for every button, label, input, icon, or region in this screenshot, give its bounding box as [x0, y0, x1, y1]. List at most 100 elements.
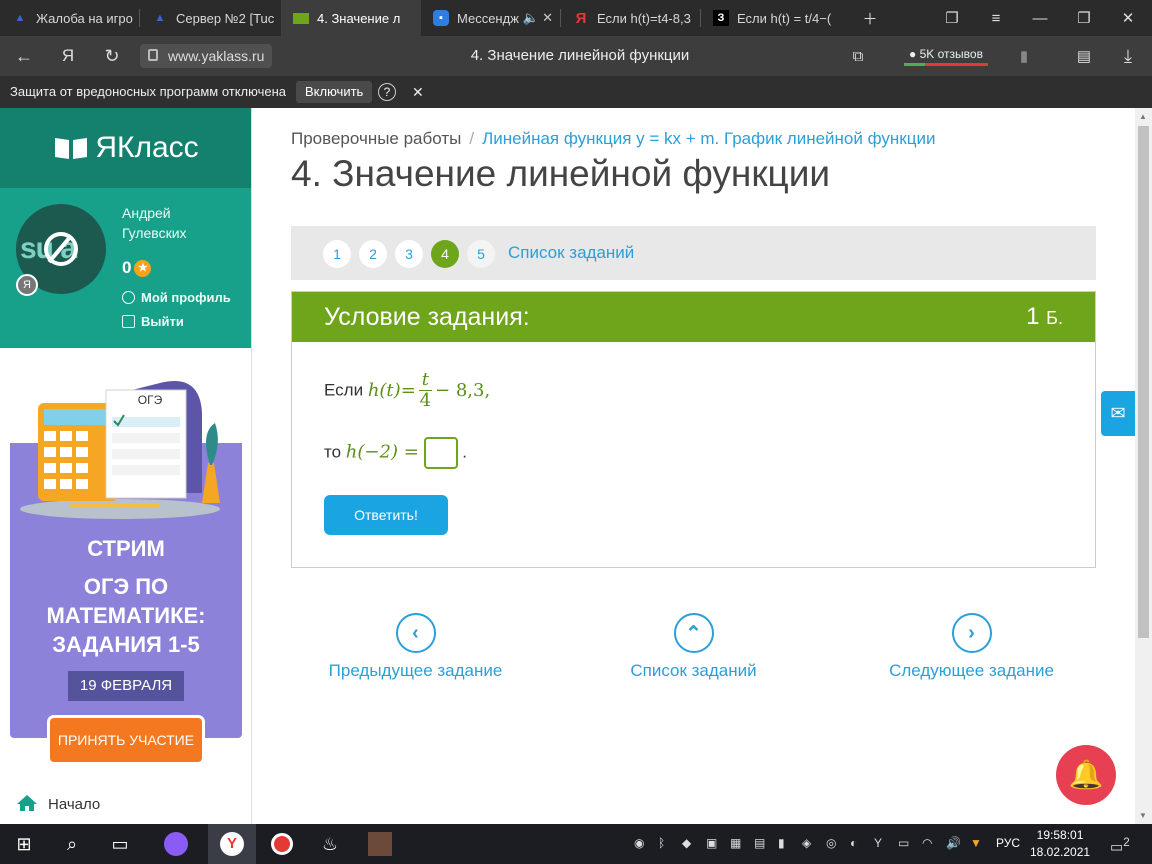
- tab-close-icon[interactable]: ✕: [542, 10, 553, 26]
- scrollbar-thumb[interactable]: [1138, 126, 1149, 638]
- points-value: 0: [122, 258, 132, 277]
- download-icon[interactable]: ⤓: [1108, 36, 1148, 76]
- steam-icon[interactable]: ♨: [306, 824, 354, 864]
- minimize-icon[interactable]: —: [1018, 0, 1062, 36]
- microphone-icon[interactable]: ▮: [778, 836, 785, 850]
- tab-label: Жалоба на игро: [36, 10, 133, 26]
- tray-icon[interactable]: ▼: [970, 836, 982, 850]
- join-button[interactable]: ПРИНЯТЬ УЧАСТИЕ: [50, 718, 202, 762]
- language-indicator[interactable]: РУС: [996, 836, 1020, 850]
- bluetooth-icon[interactable]: ᛒ: [658, 836, 665, 850]
- enable-protection-button[interactable]: Включить: [296, 81, 373, 103]
- tray-icon[interactable]: ◈: [802, 836, 811, 850]
- tray-icon[interactable]: ▦: [730, 836, 741, 850]
- tray-icon[interactable]: ◎: [826, 836, 836, 850]
- task-list-link[interactable]: Список заданий: [508, 226, 634, 280]
- breadcrumb-link[interactable]: Линейная функция y = kx + m. График лине…: [482, 129, 935, 148]
- page-title-bar: 4. Значение линейной функции: [470, 47, 690, 64]
- reading-list-icon[interactable]: ▤: [1064, 36, 1104, 76]
- menu-icon[interactable]: ≡: [974, 0, 1018, 36]
- fraction: t4: [418, 370, 433, 411]
- protection-message: Защита от вредоносных программ отключена: [10, 84, 287, 99]
- tray-icon[interactable]: ◆: [682, 836, 691, 850]
- tray-icon[interactable]: ▭: [898, 836, 909, 850]
- search-icon[interactable]: ⌕: [48, 824, 96, 864]
- sidebar: ЯКласс su a Я Андрей Гулевских 0 ★ Мой пр…: [0, 108, 252, 824]
- new-tab-icon[interactable]: ＋: [848, 0, 892, 36]
- logo-text: ЯКласс: [95, 131, 199, 164]
- book-icon: [293, 12, 309, 24]
- reviews-label: 5K отзывов: [919, 47, 983, 61]
- task-card: Условие задания: 1 Б. Если h(t)= t 4− 8,3,…: [291, 291, 1096, 568]
- promo-sheet-label: ОГЭ: [137, 393, 163, 407]
- submit-answer-button[interactable]: Ответить!: [324, 495, 448, 535]
- promo-date: 19 ФЕВРАЛЯ: [68, 671, 184, 701]
- browser-tab[interactable]: ▲ Жалоба на игро: [0, 0, 140, 36]
- formula: h(t)= t 4− 8,3,: [367, 370, 490, 411]
- scrollbar[interactable]: ▲ ▼: [1135, 108, 1152, 824]
- clock[interactable]: 19:58:01 18.02.2021: [1030, 827, 1090, 861]
- tray-icon[interactable]: ◉: [634, 836, 644, 850]
- browser-tab[interactable]: ▲ Сервер №2 [Tuc: [140, 0, 280, 36]
- my-profile-link[interactable]: Мой профиль: [122, 290, 231, 305]
- window-close-icon[interactable]: ✕: [1106, 0, 1150, 36]
- sound-icon[interactable]: 🔈: [523, 10, 539, 26]
- task-list-bottom-link[interactable]: ⌃ Список заданий: [621, 613, 766, 681]
- url-field[interactable]: www.yaklass.ru: [140, 44, 273, 68]
- tab-manager-icon[interactable]: ❐: [930, 0, 974, 36]
- wifi-icon[interactable]: ◠: [922, 836, 932, 850]
- site-logo[interactable]: ЯКласс: [0, 108, 251, 188]
- task-view-icon[interactable]: ▭: [96, 824, 144, 864]
- browser-tab[interactable]: Я Если h(t)=t4-8,3: [561, 0, 701, 36]
- sidebar-item-home[interactable]: Начало: [16, 794, 100, 813]
- logout-link[interactable]: Выйти: [122, 314, 184, 329]
- copy-icon[interactable]: ⧉: [838, 36, 878, 76]
- recorder-icon[interactable]: [258, 824, 306, 864]
- step-3[interactable]: 3: [395, 240, 423, 268]
- bookmark-icon[interactable]: ▮: [1004, 36, 1044, 76]
- browser-tab-active[interactable]: 4. Значение л: [281, 0, 421, 36]
- step-1[interactable]: 1: [323, 240, 351, 268]
- avatar[interactable]: su a Я: [16, 204, 106, 296]
- step-4-current[interactable]: 4: [431, 240, 459, 268]
- task-card-header: Условие задания: 1 Б.: [292, 292, 1095, 342]
- equals-sign: =: [403, 441, 419, 463]
- reviews-badge[interactable]: ● 5K отзывов: [900, 44, 992, 68]
- chat-bubble-icon: ●: [909, 47, 917, 61]
- app-icon[interactable]: [152, 824, 200, 864]
- browser-tab[interactable]: З Если h(t) = t/4−(: [701, 0, 841, 36]
- next-task-link[interactable]: › Следующее задание: [884, 613, 1059, 681]
- avatar-symbol-icon: [44, 232, 78, 266]
- chevron-left-icon: ‹: [395, 613, 436, 653]
- scroll-down-icon[interactable]: ▼: [1139, 811, 1147, 820]
- restore-icon[interactable]: ❐: [1062, 0, 1106, 36]
- game-icon[interactable]: [356, 824, 404, 864]
- bell-icon[interactable]: 🔔: [1056, 745, 1116, 805]
- volume-icon[interactable]: 🔊: [946, 836, 961, 850]
- answer-input[interactable]: [423, 437, 458, 469]
- prev-task-link[interactable]: ‹ Предыдущее задание: [323, 613, 508, 681]
- yandex-browser-icon[interactable]: Y: [208, 824, 256, 864]
- close-icon[interactable]: ✕: [412, 76, 424, 108]
- browser-tab-bar: ▲ Жалоба на игро ▲ Сервер №2 [Tuc 4. Зна…: [0, 0, 1152, 36]
- notifications-icon[interactable]: ▭2: [1110, 836, 1130, 856]
- period: .: [462, 442, 467, 462]
- function-name: h(t): [367, 379, 401, 401]
- question-line: то h(−2) = .: [324, 437, 467, 469]
- discord-icon[interactable]: ◐: [850, 836, 857, 850]
- reload-icon[interactable]: ↻: [92, 36, 132, 76]
- step-2[interactable]: 2: [359, 240, 387, 268]
- mail-icon[interactable]: ✉: [1101, 391, 1135, 436]
- tray-icon[interactable]: ▤: [754, 836, 765, 850]
- breadcrumb-root[interactable]: Проверочные работы: [291, 129, 461, 148]
- browser-tab[interactable]: ▪ Мессендж 🔈 ✕: [421, 0, 561, 36]
- help-icon[interactable]: ?: [378, 83, 396, 101]
- tray-icon[interactable]: ▣: [706, 836, 717, 850]
- windows-start-icon[interactable]: ⊞: [0, 824, 48, 864]
- step-5[interactable]: 5: [467, 240, 495, 268]
- yandex-tray-icon[interactable]: Y: [874, 836, 882, 850]
- tab-label: Если h(t)=t4-8,3: [597, 10, 691, 26]
- back-icon[interactable]: ←: [4, 36, 44, 76]
- scroll-up-icon[interactable]: ▲: [1139, 112, 1147, 121]
- yandex-icon[interactable]: Я: [48, 36, 88, 76]
